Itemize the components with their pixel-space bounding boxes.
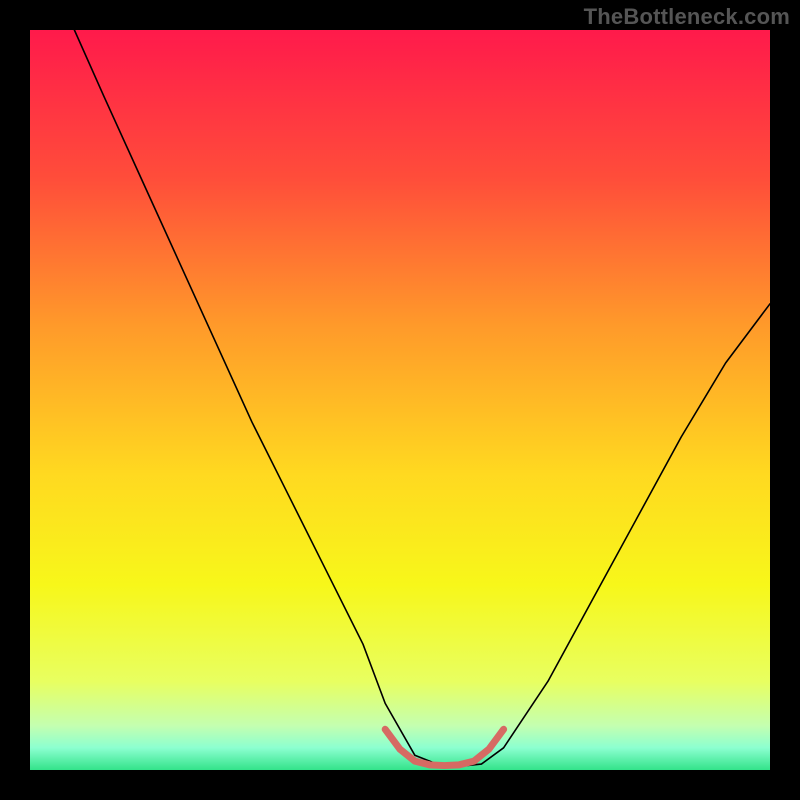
chart-frame: TheBottleneck.com (0, 0, 800, 800)
bottleneck-chart (30, 30, 770, 770)
plot-area (30, 30, 770, 770)
watermark-label: TheBottleneck.com (584, 4, 790, 30)
gradient-background (30, 30, 770, 770)
